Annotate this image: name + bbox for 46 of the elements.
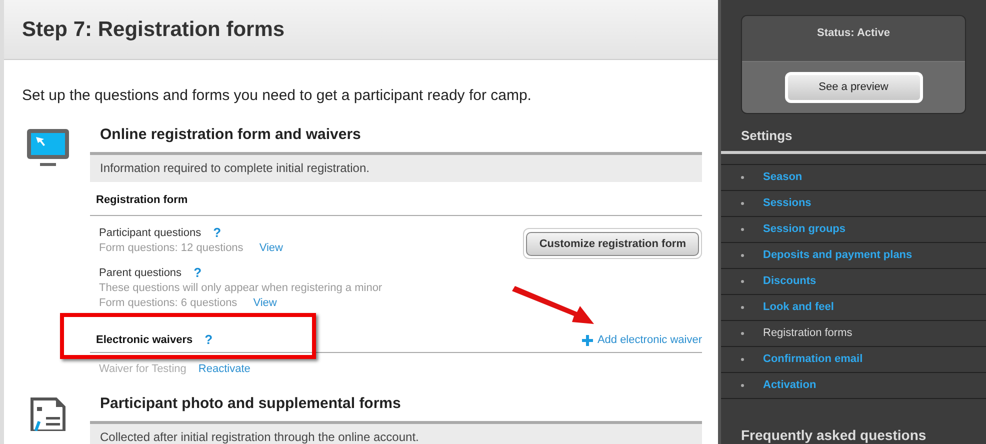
help-icon[interactable]: ? [204, 332, 213, 348]
question-note: These questions will only appear when registering a minor [99, 280, 382, 296]
bullet-icon [741, 228, 744, 231]
bullet-icon [741, 306, 744, 309]
settings-link[interactable]: Deposits and payment plans [763, 247, 912, 264]
subsection-heading: Registration form [90, 192, 702, 216]
bullet-icon [741, 332, 744, 335]
status-label: Status: Active [742, 16, 965, 62]
section-title: Participant photo and supplemental forms [99, 394, 402, 414]
add-waiver-link[interactable]: Add electronic waiver [582, 332, 702, 348]
info-bar: Information required to complete initial registration. [90, 152, 702, 182]
subsection-heading: Electronic waivers [96, 332, 193, 348]
question-group-label: Participant questions [99, 226, 202, 240]
page-title: Step 7: Registration forms [22, 16, 285, 43]
bullet-icon [741, 176, 744, 179]
bullet-icon [741, 384, 744, 387]
waiver-name: Waiver for Testing [99, 362, 186, 376]
customize-button[interactable]: Customize registration form [526, 232, 699, 256]
bullet-icon [741, 202, 744, 205]
view-link[interactable]: View [253, 296, 277, 310]
settings-link[interactable]: Discounts [763, 273, 816, 290]
preview-button[interactable]: See a preview [784, 72, 922, 102]
bullet-icon [741, 280, 744, 283]
view-link[interactable]: View [259, 240, 283, 256]
settings-link[interactable]: Registration forms [763, 325, 852, 342]
question-group-label: Parent questions [99, 266, 182, 280]
faq-heading: Frequently asked questions [740, 426, 928, 444]
bullet-icon [741, 254, 744, 257]
settings-link[interactable]: Season [763, 169, 802, 186]
reactivate-link[interactable]: Reactivate [198, 362, 250, 376]
help-icon[interactable]: ? [194, 266, 202, 280]
section-title: Online registration form and waivers [99, 124, 362, 144]
plus-icon [582, 334, 594, 346]
settings-heading: Settings [721, 126, 986, 154]
monitor-icon [26, 128, 70, 168]
info-bar: Collected after initial registration through the online account. [90, 421, 702, 444]
help-icon[interactable]: ? [213, 226, 222, 240]
bullet-icon [741, 358, 744, 361]
question-count: Form questions: 6 questions [99, 296, 238, 310]
settings-link[interactable]: Activation [763, 377, 816, 394]
settings-link[interactable]: Sessions [763, 195, 812, 212]
settings-link[interactable]: Look and feel [763, 299, 834, 316]
intro-text: Set up the questions and forms you need to get a participant ready for camp. [21, 86, 532, 106]
settings-link[interactable]: Confirmation email [763, 351, 863, 368]
question-count: Form questions: 12 questions [99, 240, 244, 256]
settings-link[interactable]: Session groups [763, 221, 846, 238]
